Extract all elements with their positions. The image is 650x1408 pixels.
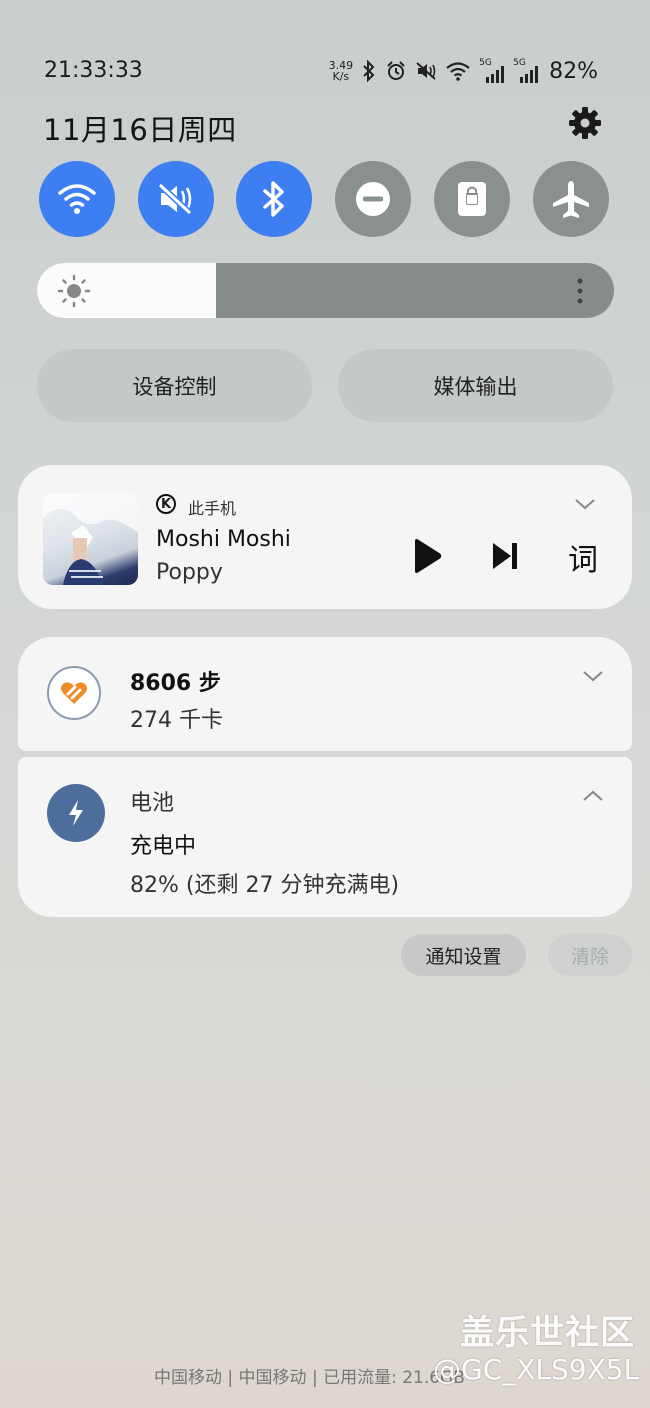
media-player-card[interactable]: K 此手机 Moshi Moshi Poppy 词 [18, 465, 632, 609]
sim2-signal-icon: 5G [513, 58, 539, 83]
watermark-title: 盖乐世社区 [460, 1313, 635, 1353]
more-vert-icon[interactable] [573, 277, 587, 307]
bluetooth-toggle[interactable] [236, 161, 312, 237]
wifi-toggle[interactable] [39, 161, 115, 237]
settings-button[interactable] [566, 104, 604, 142]
lyrics-button[interactable]: 词 [568, 535, 598, 579]
carrier-info: 中国移动 | 中国移动 | 已用流量: 21.6GB [154, 1368, 465, 1388]
chevron-down-icon[interactable] [573, 497, 597, 511]
song-title: Moshi Moshi [156, 527, 291, 552]
calories-count: 274 千卡 [130, 708, 223, 733]
alarm-icon [387, 61, 405, 80]
charging-detail: 82% (还剩 27 分钟充满电) [130, 873, 400, 898]
music-app-icon: K [156, 494, 176, 514]
media-output-button[interactable]: 媒体输出 [338, 349, 613, 422]
battery-percent: 82% [549, 58, 598, 84]
mute-icon [157, 182, 193, 216]
chevron-up-icon[interactable] [581, 789, 605, 803]
health-steps-notification[interactable]: 8606 步 274 千卡 [18, 637, 632, 751]
steps-count: 8606 步 [130, 671, 221, 696]
status-icons: 3.49 K/s 5G 5G 82% [329, 56, 598, 86]
gear-icon [569, 107, 601, 139]
album-art [43, 493, 138, 585]
lock-icon [458, 182, 486, 216]
song-artist: Poppy [156, 560, 223, 585]
play-icon[interactable] [411, 538, 443, 574]
brightness-slider[interactable] [37, 263, 614, 318]
airplane-mode-toggle[interactable] [533, 161, 609, 237]
airplane-icon [553, 181, 589, 218]
device-control-button[interactable]: 设备控制 [37, 349, 312, 422]
notification-settings-button[interactable]: 通知设置 [401, 934, 526, 976]
charging-status: 充电中 [130, 834, 197, 859]
chevron-down-icon[interactable] [581, 669, 605, 683]
date-label: 11月16日周四 [43, 113, 237, 147]
battery-notification[interactable]: 电池 充电中 82% (还剩 27 分钟充满电) [18, 757, 632, 917]
wifi-status-icon [446, 62, 470, 81]
output-source-label: 此手机 [188, 499, 237, 518]
battery-title: 电池 [130, 791, 175, 816]
wifi-icon [58, 184, 96, 214]
sim1-signal-icon: 5G [479, 58, 505, 83]
bluetooth-status-icon [363, 60, 375, 82]
sound-mute-toggle[interactable] [138, 161, 214, 237]
sun-icon [57, 274, 91, 308]
mute-status-icon [416, 62, 436, 80]
status-time: 21:33:33 [44, 58, 143, 83]
next-track-icon[interactable] [490, 541, 520, 571]
samsung-health-icon [47, 666, 101, 720]
charging-bolt-icon [47, 784, 105, 842]
do-not-disturb-toggle[interactable] [335, 161, 411, 237]
do-not-disturb-icon [356, 182, 390, 216]
rotation-lock-toggle[interactable] [434, 161, 510, 237]
watermark-user: @GC_XLS9X5L [433, 1353, 640, 1386]
network-speed: 3.49 K/s [328, 59, 354, 83]
clear-button[interactable]: 清除 [548, 934, 632, 976]
bluetooth-icon [263, 181, 284, 217]
